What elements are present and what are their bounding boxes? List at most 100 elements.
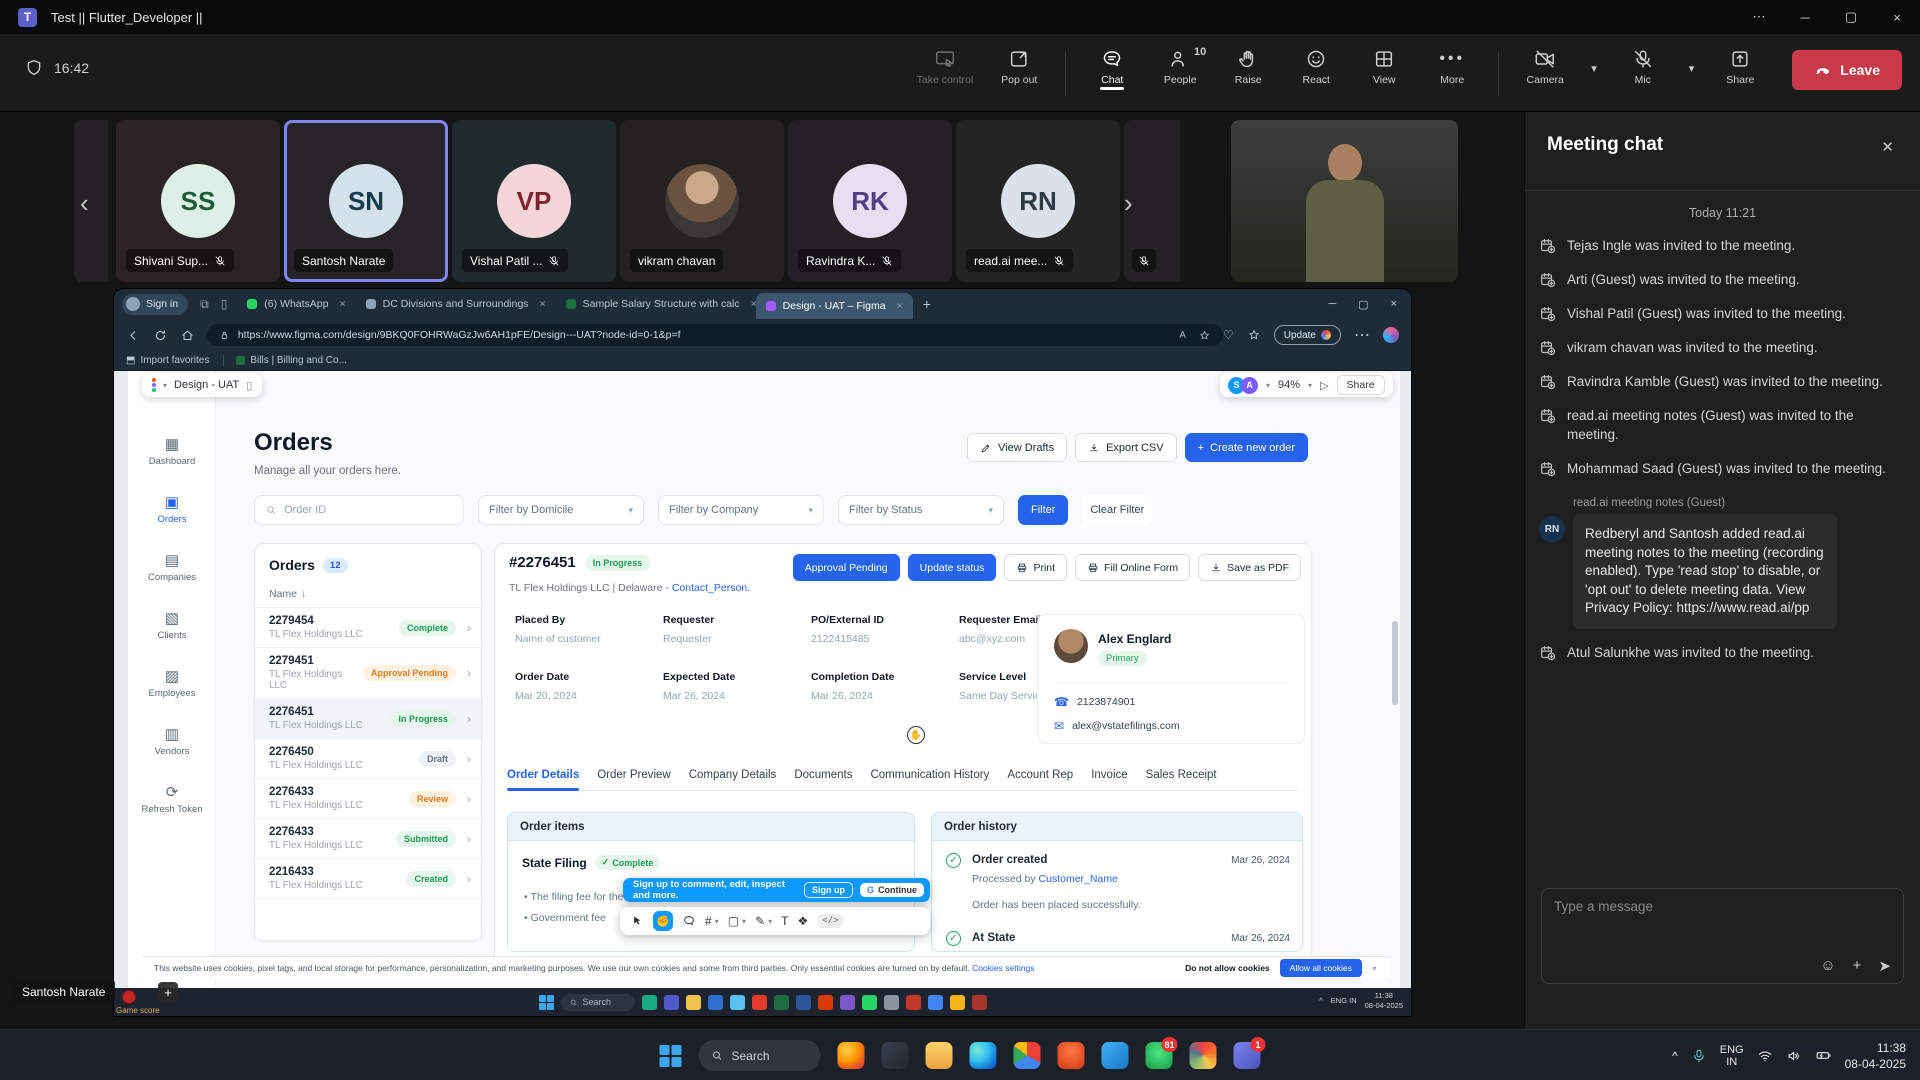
window-minimize-icon[interactable]: ─	[1782, 0, 1828, 34]
taskbar-clock[interactable]: 11:3808-04-2025	[1845, 1040, 1906, 1072]
more-button[interactable]: ••• More	[1430, 42, 1474, 86]
list-column-header[interactable]: Name ↓	[255, 582, 481, 608]
sidebar-item[interactable]: ▦ Dashboard	[128, 427, 216, 477]
update-button[interactable]: Update	[1274, 325, 1341, 345]
zoom-level[interactable]: 94%	[1278, 379, 1300, 391]
deny-cookies-link[interactable]: Do not allow cookies	[1185, 963, 1270, 973]
taskbar-app-icon[interactable]	[862, 995, 877, 1010]
filter-select[interactable]: Filter by Domicile ▾	[478, 495, 644, 525]
sidebar-item[interactable]: ▨ Employees	[128, 659, 216, 709]
window-maximize-icon[interactable]: ▢	[1828, 0, 1874, 34]
shape-tool-icon[interactable]: ▢	[728, 914, 739, 928]
taskbar-app-icon[interactable]	[686, 995, 701, 1010]
video-tile[interactable]: RN read.ai mee...	[956, 120, 1120, 282]
chevron-down-icon[interactable]: ▾	[715, 917, 719, 926]
detail-tab[interactable]: Order Preview	[597, 769, 671, 781]
detail-tab[interactable]: Invoice	[1091, 769, 1127, 781]
export-csv-button[interactable]: Export CSV	[1075, 433, 1176, 462]
layout-panel-icon[interactable]: ▯	[246, 379, 252, 392]
sidebar-item[interactable]: ▧ Clients	[128, 601, 216, 651]
video-tile[interactable]: RK Ravindra K...	[788, 120, 952, 282]
taskbar-app-icon[interactable]	[664, 995, 679, 1010]
dev-mode-icon[interactable]: </>	[817, 914, 843, 928]
tray-chevron-icon[interactable]: ^	[1672, 1049, 1678, 1063]
chevron-down-icon[interactable]: ▾	[768, 917, 772, 926]
contact-email[interactable]: alex@vstatefilings.com	[1072, 720, 1180, 732]
import-favorites-button[interactable]: ⬒ Import favorites	[126, 355, 209, 366]
battery-icon[interactable]	[1815, 1047, 1832, 1064]
fill-online-form-button[interactable]: Fill Online Form	[1075, 554, 1190, 581]
spotlight-video-tile[interactable]	[1231, 120, 1458, 282]
react-button[interactable]: React	[1294, 42, 1338, 86]
allow-cookies-button[interactable]: Allow all cookies	[1280, 959, 1362, 977]
taskbar-app-icon[interactable]	[838, 1042, 865, 1069]
browser-essentials-icon[interactable]: ♡	[1223, 328, 1234, 342]
browser-tab[interactable]: Design - UAT – Figma ×	[756, 293, 913, 319]
chat-close-icon[interactable]: ✕	[1881, 138, 1894, 156]
sidebar-item[interactable]: ⟳ Refresh Token	[128, 775, 216, 825]
contact-person-link[interactable]: Contact_Person.	[672, 582, 750, 594]
bookmark-item[interactable]: Bills | Billing and Co...	[236, 355, 347, 366]
google-continue-button[interactable]: G Continue	[860, 883, 924, 897]
mic-chevron-icon[interactable]: ▾	[1689, 62, 1695, 75]
taskbar-app-icon[interactable]	[884, 995, 899, 1010]
taskbar-app-icon[interactable]	[970, 1042, 997, 1069]
browser-close-icon[interactable]: ×	[1391, 298, 1397, 311]
chat-button[interactable]: Chat	[1090, 42, 1134, 86]
taskbar-app-icon[interactable]	[906, 995, 921, 1010]
page-scrollbar[interactable]	[1392, 621, 1398, 705]
video-tile[interactable]: SN Santosh Narate	[284, 120, 448, 282]
browser-minimize-icon[interactable]: ─	[1328, 298, 1336, 311]
taskbar-app-icon[interactable]	[796, 995, 811, 1010]
send-icon[interactable]: ➤	[1878, 957, 1891, 975]
taskbar-app-icon[interactable]	[928, 995, 943, 1010]
vertical-tabs-icon[interactable]: ▯	[221, 297, 228, 311]
order-row[interactable]: 2276433 TL Flex Holdings LLC Submitted ›	[255, 819, 481, 859]
wifi-icon[interactable]	[1757, 1048, 1773, 1064]
taskbar-app-icon[interactable]	[752, 995, 767, 1010]
video-tile[interactable]: VP Vishal Patil ...	[452, 120, 616, 282]
attach-plus-icon[interactable]: +	[1853, 957, 1862, 975]
presenter-add-icon[interactable]: +	[158, 982, 178, 1002]
detail-tab[interactable]: Order Details	[507, 769, 579, 781]
home-icon[interactable]	[180, 328, 195, 343]
pen-tool-icon[interactable]: ✎	[755, 914, 765, 928]
component-tool-icon[interactable]: ❖	[797, 914, 808, 928]
order-row[interactable]: 2276451 TL Flex Holdings LLC In Progress…	[255, 699, 481, 739]
start-icon[interactable]	[539, 995, 554, 1010]
emoji-icon[interactable]: ☺	[1820, 957, 1835, 975]
browser-menu-icon[interactable]: ⋯	[1354, 325, 1370, 345]
camera-button[interactable]: Camera	[1523, 42, 1567, 86]
cookie-close-icon[interactable]: ×	[1372, 963, 1377, 973]
order-row[interactable]: 2216433 TL Flex Holdings LLC Created ›	[255, 859, 481, 899]
taskbar-app-icon[interactable]	[882, 1042, 909, 1069]
taskbar-app-icon[interactable]	[972, 995, 987, 1010]
volume-icon[interactable]	[1786, 1048, 1802, 1064]
save-as-pdf-button[interactable]: Save as PDF	[1198, 554, 1301, 581]
sidebar-item[interactable]: ▥ Vendors	[128, 717, 216, 767]
window-more-icon[interactable]: ⋯	[1736, 0, 1782, 34]
taskbar-app-icon[interactable]	[1190, 1042, 1217, 1069]
clear-filter-button[interactable]: Clear Filter	[1082, 495, 1152, 525]
camera-chevron-icon[interactable]: ▾	[1591, 62, 1597, 75]
order-row[interactable]: 2279454 TL Flex Holdings LLC Complete ›	[255, 608, 481, 648]
update-status-button[interactable]: Update status	[908, 554, 997, 581]
taskbar-app-icon[interactable]	[730, 995, 745, 1010]
tab-close-icon[interactable]: ×	[540, 298, 546, 310]
chat-input-box[interactable]: ☺ + ➤	[1541, 888, 1904, 984]
raise-hand-button[interactable]: Raise	[1226, 42, 1270, 86]
detail-tab[interactable]: Documents	[794, 769, 852, 781]
taskbar-app-icon[interactable]	[818, 995, 833, 1010]
browser-tab[interactable]: (6) WhatsApp ×	[237, 290, 355, 319]
order-id-search-input[interactable]: Order ID	[254, 495, 464, 525]
read-aloud-icon[interactable]: A	[1179, 330, 1186, 341]
tiles-scroll-left-icon[interactable]: ‹	[80, 188, 89, 219]
comment-tool-icon[interactable]	[682, 914, 696, 928]
figma-file-pill[interactable]: ▾ Design - UAT ▯	[142, 373, 262, 397]
taskbar-app-icon[interactable]	[926, 1042, 953, 1069]
chevron-down-icon[interactable]: ▾	[1266, 381, 1270, 390]
filter-select[interactable]: Filter by Company ▾	[658, 495, 824, 525]
create-new-order-button[interactable]: + Create new order	[1185, 433, 1308, 462]
window-close-icon[interactable]: ×	[1874, 0, 1920, 34]
video-tile[interactable]: vikram chavan	[620, 120, 784, 282]
